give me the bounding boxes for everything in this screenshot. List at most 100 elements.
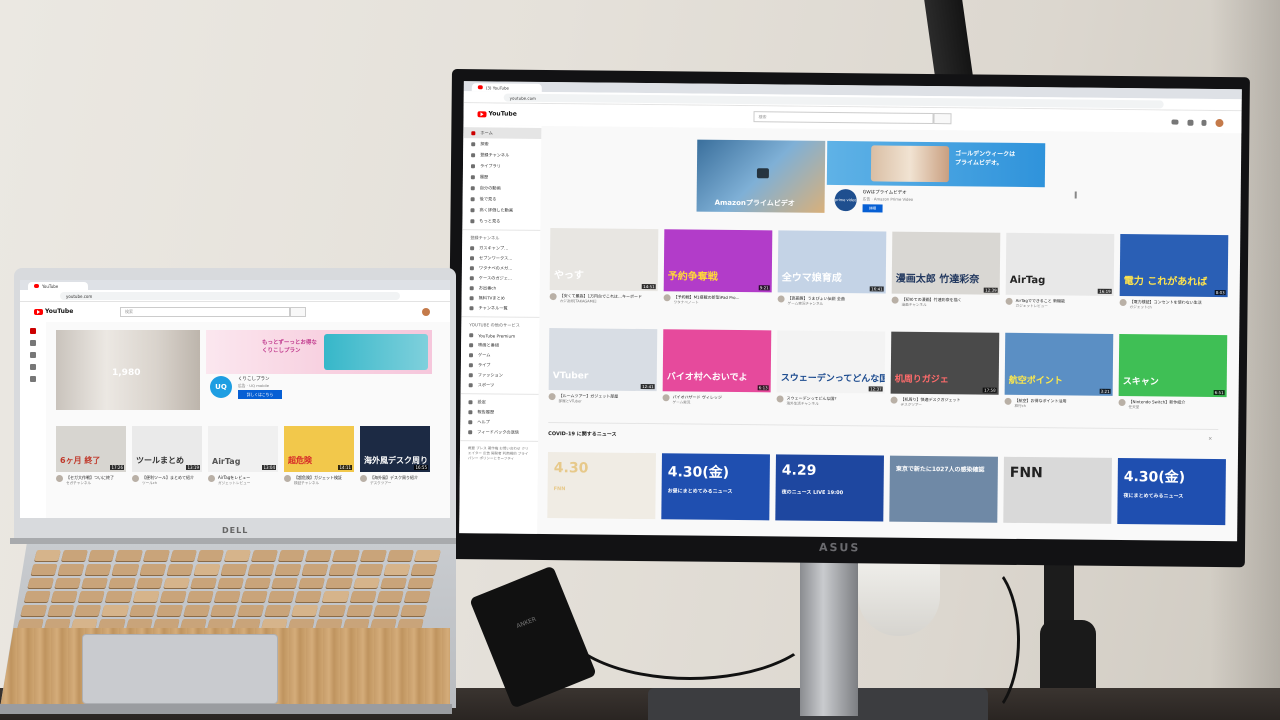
keyboard-key[interactable] xyxy=(414,550,441,561)
mini-sidebar-icon[interactable] xyxy=(30,352,36,358)
keyboard-key[interactable] xyxy=(373,605,401,617)
keyboard-key[interactable] xyxy=(295,591,323,603)
keyboard-key[interactable] xyxy=(322,591,350,603)
video-channel[interactable]: ゲーム実況チャンネル xyxy=(788,302,886,308)
channel-avatar[interactable] xyxy=(548,393,556,401)
keyboard-key[interactable] xyxy=(220,563,248,575)
keyboard-key[interactable] xyxy=(380,577,407,589)
notifications-icon[interactable] xyxy=(1201,119,1207,126)
video-channel[interactable]: 部屋とVTuber xyxy=(558,399,656,405)
keyboard-key[interactable] xyxy=(54,577,82,589)
keyboard-key[interactable] xyxy=(34,550,62,561)
news-thumbnail[interactable]: 4.30(金) お昼にまとめてみるニュース xyxy=(661,453,770,521)
channel-avatar[interactable] xyxy=(891,296,899,304)
keyboard-key[interactable] xyxy=(407,577,435,589)
channel-avatar[interactable] xyxy=(1118,398,1126,407)
apps-icon[interactable] xyxy=(1187,119,1194,126)
keyboard-key[interactable] xyxy=(81,577,109,589)
keyboard-key[interactable] xyxy=(169,550,197,561)
video-thumbnail[interactable]: やっす 14:51 xyxy=(549,228,659,292)
keyboard-key[interactable] xyxy=(403,591,431,603)
keyboard-key[interactable] xyxy=(51,591,78,603)
sidebar-item[interactable]: 登録チャンネル xyxy=(463,149,541,161)
keyboard-key[interactable] xyxy=(346,605,373,617)
keyboard-key[interactable] xyxy=(291,605,319,617)
sidebar-item[interactable]: スポーツ xyxy=(461,380,539,391)
keyboard-key[interactable] xyxy=(352,577,380,589)
keyboard-key[interactable] xyxy=(264,605,292,617)
keyboard-key[interactable] xyxy=(274,563,302,575)
video-thumbnail[interactable]: 超危険 14:11 xyxy=(284,426,354,472)
video-thumbnail[interactable]: 海外風デスク周り 16:55 xyxy=(360,426,430,472)
video-channel[interactable]: デスクツアー xyxy=(900,403,998,409)
ad-panel[interactable]: もっとずーっとお得な くりこしプラン xyxy=(206,330,432,374)
keyboard-key[interactable] xyxy=(213,591,241,603)
keyboard-key[interactable] xyxy=(349,591,377,603)
keyboard-key[interactable] xyxy=(139,563,167,575)
keyboard-key[interactable] xyxy=(163,577,190,589)
keyboard-key[interactable] xyxy=(410,563,438,575)
keyboard-key[interactable] xyxy=(183,605,211,617)
channel-avatar[interactable] xyxy=(284,475,291,482)
keyboard-key[interactable] xyxy=(88,550,116,561)
video-thumbnail[interactable]: 6ヶ月 終了 17:26 xyxy=(56,426,126,472)
browser-tab[interactable]: YouTube xyxy=(28,282,88,290)
channel-avatar[interactable] xyxy=(360,475,367,482)
keyboard-key[interactable] xyxy=(78,591,105,603)
keyboard-key[interactable] xyxy=(108,577,136,589)
ad-menu-icon[interactable] xyxy=(1074,191,1077,199)
search-button[interactable] xyxy=(933,113,952,125)
keyboard-key[interactable] xyxy=(166,563,194,575)
video-channel[interactable]: カジ次郎[TAKAGAME] xyxy=(560,299,658,305)
keyboard-key[interactable] xyxy=(332,550,360,561)
keyboard-key[interactable] xyxy=(237,605,265,617)
sidebar-item[interactable]: 探索 xyxy=(463,138,541,150)
video-thumbnail[interactable]: 航空ポイント 3:21 xyxy=(1004,332,1114,396)
keyboard-key[interactable] xyxy=(159,591,187,603)
keyboard-key[interactable] xyxy=(186,591,214,603)
mini-sidebar-icon[interactable] xyxy=(30,340,36,346)
news-thumbnail[interactable]: FNN xyxy=(1003,456,1112,524)
video-channel[interactable]: デスクツアー xyxy=(370,481,430,486)
keyboard-key[interactable] xyxy=(247,563,275,575)
news-thumbnail[interactable]: 4.30(金) 夜にまとめてみるニュース xyxy=(1117,457,1226,526)
mini-sidebar-icon[interactable] xyxy=(30,328,36,334)
sidebar-item[interactable]: ホーム xyxy=(463,127,542,139)
sidebar-item[interactable]: もっと見る xyxy=(462,215,540,227)
video-channel[interactable]: 旅行ch xyxy=(1014,404,1112,410)
keyboard-key[interactable] xyxy=(74,605,102,617)
keyboard-key[interactable] xyxy=(115,550,143,561)
keyboard-key[interactable] xyxy=(268,591,295,603)
keyboard-key[interactable] xyxy=(156,605,183,617)
keyboard-key[interactable] xyxy=(30,563,58,575)
video-thumbnail[interactable]: バイオ村へおいでよ 6:13 xyxy=(662,329,772,393)
keyboard-key[interactable] xyxy=(23,591,51,603)
keyboard-key[interactable] xyxy=(359,550,387,561)
news-thumbnail[interactable]: 4.29 夜のニュース LIVE 19:00 xyxy=(775,454,884,522)
keyboard-key[interactable] xyxy=(132,591,160,603)
channel-avatar[interactable] xyxy=(549,293,557,301)
mini-sidebar-icon[interactable] xyxy=(30,364,36,370)
video-thumbnail[interactable]: AirTag 16:19 xyxy=(1005,232,1115,296)
ad-details-button[interactable]: 詳細 xyxy=(862,204,883,213)
keyboard-key[interactable] xyxy=(325,577,353,589)
sidebar-item[interactable]: チャンネル一覧 xyxy=(461,303,539,314)
keyboard-key[interactable] xyxy=(383,563,411,575)
mini-sidebar-icon[interactable] xyxy=(30,376,36,382)
video-thumbnail[interactable]: ツールまとめ 13:19 xyxy=(132,426,202,472)
channel-avatar[interactable] xyxy=(663,294,671,302)
keyboard-key[interactable] xyxy=(386,550,414,561)
channel-avatar[interactable] xyxy=(132,475,139,482)
channel-avatar[interactable] xyxy=(56,475,63,482)
channel-avatar[interactable] xyxy=(776,395,784,403)
video-thumbnail[interactable]: AirTag 13:04 xyxy=(208,426,278,472)
keyboard-key[interactable] xyxy=(356,563,384,575)
channel-avatar[interactable] xyxy=(777,295,785,303)
keyboard-key[interactable] xyxy=(251,550,279,561)
search-input[interactable]: 検索 xyxy=(120,307,290,317)
search-button[interactable] xyxy=(290,307,306,317)
keyboard-key[interactable] xyxy=(20,605,48,617)
keyboard-key[interactable] xyxy=(318,605,346,617)
uq-logo[interactable]: UQ xyxy=(210,376,232,398)
keyboard-key[interactable] xyxy=(142,550,170,561)
